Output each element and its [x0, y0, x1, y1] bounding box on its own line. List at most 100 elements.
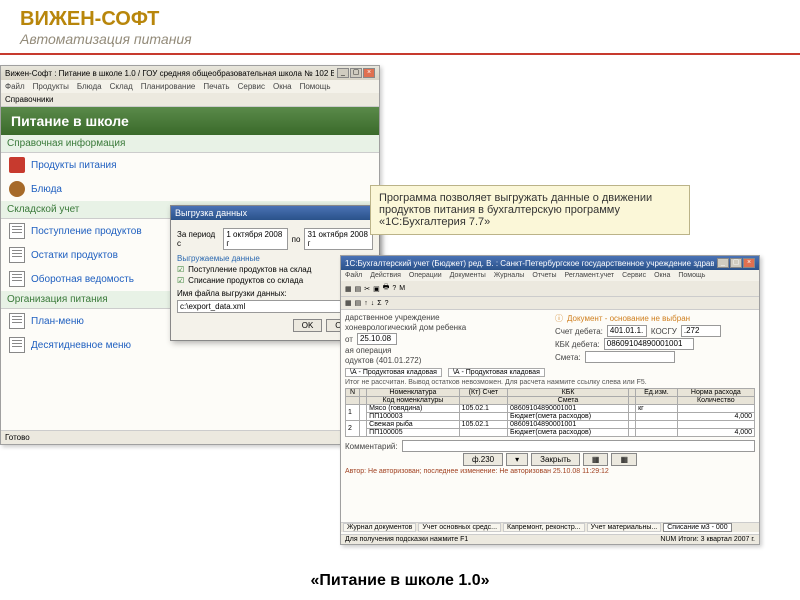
- form-button[interactable]: ▾: [506, 453, 528, 466]
- menu-item[interactable]: Сервис: [238, 82, 265, 91]
- maximize-button[interactable]: ▢: [730, 258, 742, 268]
- th[interactable]: [629, 397, 636, 405]
- toolbar-icon[interactable]: ▦: [345, 299, 352, 307]
- kbk-input[interactable]: 08609104890001001: [604, 338, 694, 350]
- close-button[interactable]: Закрыть: [531, 453, 580, 466]
- sidebar-item-dishes[interactable]: Блюда: [1, 177, 379, 201]
- bottom-tab[interactable]: Учет материальны...: [587, 523, 662, 532]
- file-path-input[interactable]: c:\export_data.xml: [177, 300, 354, 313]
- bottom-tab[interactable]: Учет основных средс...: [418, 523, 501, 532]
- menu-item[interactable]: Действия: [370, 272, 401, 279]
- th[interactable]: [636, 397, 678, 405]
- form-button[interactable]: ф.230: [463, 453, 503, 466]
- menu-item[interactable]: Отчеты: [532, 272, 556, 279]
- main-menubar[interactable]: Файл Продукты Блюда Склад Планирование П…: [1, 80, 379, 93]
- toolbar-icon[interactable]: 🖶: [383, 283, 390, 294]
- toolbar-icon[interactable]: ▦: [345, 285, 352, 293]
- maximize-button[interactable]: ▢: [350, 68, 362, 78]
- th[interactable]: Норма расхода: [677, 389, 754, 397]
- sidebar-item-products[interactable]: Продукты питания: [1, 153, 379, 177]
- comment-input[interactable]: [402, 440, 755, 452]
- menu-item[interactable]: Операции: [409, 272, 442, 279]
- comment-label: Комментарий:: [345, 442, 398, 451]
- tab[interactable]: \А - Продуктовая кладовая: [345, 368, 442, 377]
- th[interactable]: (Кт) Счет: [459, 389, 507, 397]
- table-row[interactable]: ПП100005 Бюджет(смета расходов) 4,000: [346, 429, 755, 437]
- form-button[interactable]: ▦: [583, 453, 609, 466]
- date-input[interactable]: 25.10.08: [357, 333, 397, 345]
- table-row[interactable]: 1 Мясо (говядина) 105.02.1 0860910489000…: [346, 405, 755, 413]
- items-table[interactable]: N Номенклатура (Кт) Счет КБК Ед.изм. Нор…: [345, 388, 755, 437]
- menu-item[interactable]: Окна: [273, 82, 292, 91]
- menu-item[interactable]: Планирование: [141, 82, 196, 91]
- toolbar-icon[interactable]: ▣: [373, 285, 380, 293]
- minimize-button[interactable]: _: [337, 68, 349, 78]
- bottom-tab[interactable]: Капремонт, реконстр...: [503, 523, 585, 532]
- th[interactable]: [360, 389, 367, 397]
- menu-item[interactable]: Помощь: [300, 82, 331, 91]
- dialog-title: Выгрузка данных: [175, 208, 247, 218]
- tab[interactable]: \А - Продуктовая кладовая: [448, 368, 545, 377]
- bottom-tab-active[interactable]: Списание м3 - 000: [663, 523, 731, 532]
- menu-item[interactable]: Документы: [450, 272, 486, 279]
- accounting-window: 1С:Бухгалтерский учет (Бюджет) ред. В. :…: [340, 255, 760, 545]
- date-to-input[interactable]: 31 октября 2008 г: [304, 228, 373, 250]
- close-button[interactable]: ×: [363, 68, 375, 78]
- acc-toolbar[interactable]: ▦▤✂▣🖶?М: [341, 281, 759, 297]
- toolbar-icon[interactable]: ▤: [355, 285, 362, 293]
- th[interactable]: Номенклатура: [367, 389, 460, 397]
- toolbar-icon[interactable]: М: [399, 285, 405, 292]
- table-row[interactable]: 2 Свежая рыба 105.02.1 08609104890001001: [346, 421, 755, 429]
- op-sub: одуктов (401.01.272): [345, 356, 421, 365]
- ok-button[interactable]: OK: [293, 319, 323, 332]
- toolbar-icon[interactable]: ?: [392, 285, 396, 292]
- kosgu-input[interactable]: .272: [681, 325, 721, 337]
- date-from-input[interactable]: 1 октября 2008 г: [223, 228, 287, 250]
- form-button[interactable]: ▦: [611, 453, 637, 466]
- menu-item[interactable]: Регламент.учет: [565, 272, 615, 279]
- smeta-input[interactable]: [585, 351, 675, 363]
- menu-item[interactable]: Файл: [5, 82, 25, 91]
- menu-item[interactable]: Помощь: [678, 272, 705, 279]
- dialog-titlebar[interactable]: Выгрузка данных×: [171, 206, 379, 220]
- table-row[interactable]: ПП100003 Бюджет(смета расходов) 4,000: [346, 413, 755, 421]
- th[interactable]: КБК: [508, 389, 629, 397]
- op-label: ая операция: [345, 346, 392, 355]
- th[interactable]: Ед.изм.: [636, 389, 678, 397]
- toolbar-icon[interactable]: ?: [385, 300, 389, 307]
- bottom-tab[interactable]: Журнал документов: [343, 523, 416, 532]
- toolbar-label[interactable]: Справочники: [5, 95, 53, 104]
- minimize-button[interactable]: _: [717, 258, 729, 268]
- th[interactable]: [459, 397, 507, 405]
- th[interactable]: Смета: [508, 397, 629, 405]
- window-titlebar[interactable]: Вижен-Софт : Питание в школе 1.0 / ГОУ с…: [1, 66, 379, 80]
- toolbar-icon[interactable]: ✂: [364, 285, 370, 293]
- menu-item[interactable]: Блюда: [77, 82, 102, 91]
- menu-item[interactable]: Файл: [345, 272, 362, 279]
- menu-item[interactable]: Сервис: [622, 272, 646, 279]
- toolbar-icon[interactable]: ↑: [364, 300, 368, 307]
- acct-input[interactable]: 401.01.1.: [607, 325, 647, 337]
- th[interactable]: [346, 397, 360, 405]
- close-button[interactable]: ×: [743, 258, 755, 268]
- checkbox-icon[interactable]: ☑: [177, 265, 184, 274]
- menu-item[interactable]: Продукты: [33, 82, 69, 91]
- info-icon[interactable]: ⓘ: [555, 313, 563, 324]
- th[interactable]: [360, 397, 367, 405]
- toolbar-icon[interactable]: ▤: [355, 299, 362, 307]
- sidebar-item-label: Оборотная ведомость: [31, 274, 134, 285]
- checkbox-icon[interactable]: ☑: [177, 276, 184, 285]
- th[interactable]: N: [346, 389, 360, 397]
- toolbar-icon[interactable]: ↓: [371, 300, 375, 307]
- menu-item[interactable]: Печать: [203, 82, 229, 91]
- th[interactable]: [629, 389, 636, 397]
- menu-item[interactable]: Окна: [654, 272, 670, 279]
- acc-titlebar[interactable]: 1С:Бухгалтерский учет (Бюджет) ред. В. :…: [341, 256, 759, 270]
- menu-item[interactable]: Склад: [110, 82, 133, 91]
- menu-item[interactable]: Журналы: [494, 272, 525, 279]
- th[interactable]: Количество: [677, 397, 754, 405]
- toolbar-icon[interactable]: Σ: [377, 300, 381, 307]
- th[interactable]: Код номенклатуры: [367, 397, 460, 405]
- acc-menubar[interactable]: Файл Действия Операции Документы Журналы…: [341, 270, 759, 281]
- acc-toolbar-2[interactable]: ▦▤↑↓Σ?: [341, 297, 759, 310]
